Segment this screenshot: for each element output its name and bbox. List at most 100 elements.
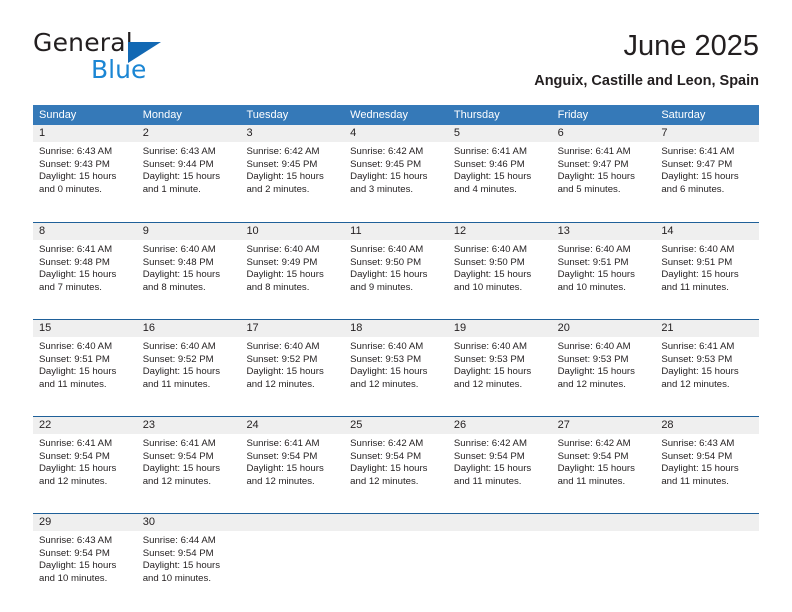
daylight-text-line1: Daylight: 15 hours [142, 463, 221, 475]
daylight-text-line1: Daylight: 15 hours [246, 366, 324, 378]
daylight-text-line1: Daylight: 15 hours [350, 269, 428, 281]
page-subtitle: Anguix, Castille and Leon, Spain [534, 73, 759, 89]
sunset-text: Sunset: 9:54 PM [142, 450, 214, 462]
daylight-text-line2: and 12 minutes. [39, 475, 108, 487]
day-details: Sunrise: 6:41 AM Sunset: 9:47 PM Dayligh… [552, 142, 656, 196]
day-cell[interactable]: 24 Sunrise: 6:41 AM Sunset: 9:54 PM Dayl… [240, 417, 345, 506]
day-cell[interactable]: 6 Sunrise: 6:41 AM Sunset: 9:47 PM Dayli… [551, 125, 656, 215]
sunrise-text: Sunrise: 6:41 AM [39, 244, 113, 255]
day-cell[interactable]: 9 Sunrise: 6:40 AM Sunset: 9:48 PM Dayli… [136, 223, 241, 312]
sunrise-text: Sunrise: 6:40 AM [453, 244, 527, 255]
sunrise-text: Sunrise: 6:41 AM [39, 438, 113, 449]
daylight-text-line1: Daylight: 15 hours [246, 269, 324, 281]
daylight-text-line2: and 12 minutes. [350, 475, 419, 487]
day-cell[interactable]: 16 Sunrise: 6:40 AM Sunset: 9:52 PM Dayl… [136, 320, 241, 409]
sunrise-text: Sunrise: 6:40 AM [661, 244, 735, 255]
logo-text-general: General [33, 28, 133, 57]
day-cell[interactable]: 10 Sunrise: 6:40 AM Sunset: 9:49 PM Dayl… [240, 223, 345, 312]
day-cell[interactable]: 19 Sunrise: 6:40 AM Sunset: 9:53 PM Dayl… [447, 320, 552, 409]
daylight-text-line2: and 7 minutes. [39, 281, 102, 293]
day-details: Sunrise: 6:42 AM Sunset: 9:45 PM Dayligh… [344, 142, 448, 196]
sunrise-text: Sunrise: 6:41 AM [661, 341, 735, 352]
daylight-text-line2: and 11 minutes. [39, 378, 107, 390]
day-cell[interactable]: 7 Sunrise: 6:41 AM Sunset: 9:47 PM Dayli… [655, 125, 760, 215]
day-cell[interactable]: 29 Sunrise: 6:43 AM Sunset: 9:54 PM Dayl… [33, 514, 137, 603]
day-number: 15 [33, 320, 137, 337]
daylight-text-line1: Daylight: 15 hours [557, 463, 635, 475]
day-cell[interactable]: 18 Sunrise: 6:40 AM Sunset: 9:53 PM Dayl… [344, 320, 448, 409]
sunrise-text: Sunrise: 6:40 AM [350, 341, 424, 352]
weekday-header-monday: Monday [142, 109, 182, 121]
sunset-text: Sunset: 9:50 PM [453, 256, 525, 268]
daylight-text-line1: Daylight: 15 hours [142, 269, 221, 281]
day-cell[interactable]: 25 Sunrise: 6:42 AM Sunset: 9:54 PM Dayl… [344, 417, 448, 506]
daylight-text-line2: and 2 minutes. [246, 183, 310, 195]
day-cell[interactable]: 30 Sunrise: 6:44 AM Sunset: 9:54 PM Dayl… [136, 514, 241, 603]
day-cell[interactable]: 4 Sunrise: 6:42 AM Sunset: 9:45 PM Dayli… [344, 125, 448, 215]
sunset-text: Sunset: 9:52 PM [142, 353, 214, 365]
day-cell[interactable]: 2 Sunrise: 6:43 AM Sunset: 9:44 PM Dayli… [136, 125, 241, 215]
daylight-text-line2: and 8 minutes. [246, 281, 310, 293]
day-cell[interactable]: 28 Sunrise: 6:43 AM Sunset: 9:54 PM Dayl… [655, 417, 760, 506]
day-number: 26 [447, 417, 552, 434]
daylight-text-line2: and 11 minutes. [142, 378, 211, 390]
day-cell[interactable]: 14 Sunrise: 6:40 AM Sunset: 9:51 PM Dayl… [655, 223, 760, 312]
day-cell[interactable]: 15 Sunrise: 6:40 AM Sunset: 9:51 PM Dayl… [33, 320, 137, 409]
daylight-text-line1: Daylight: 15 hours [453, 463, 532, 475]
day-cell[interactable]: 23 Sunrise: 6:41 AM Sunset: 9:54 PM Dayl… [136, 417, 241, 506]
day-details: Sunrise: 6:41 AM Sunset: 9:54 PM Dayligh… [137, 434, 241, 488]
day-cell[interactable]: 21 Sunrise: 6:41 AM Sunset: 9:53 PM Dayl… [655, 320, 760, 409]
daylight-text-line1: Daylight: 15 hours [661, 171, 739, 183]
day-cell[interactable]: 3 Sunrise: 6:42 AM Sunset: 9:45 PM Dayli… [240, 125, 345, 215]
daylight-text-line2: and 9 minutes. [350, 281, 414, 293]
daylight-text-line1: Daylight: 15 hours [39, 366, 117, 378]
day-cell[interactable]: 17 Sunrise: 6:40 AM Sunset: 9:52 PM Dayl… [240, 320, 345, 409]
daylight-text-line2: and 11 minutes. [661, 475, 729, 487]
day-cell[interactable]: 8 Sunrise: 6:41 AM Sunset: 9:48 PM Dayli… [33, 223, 137, 312]
day-number: 27 [551, 417, 656, 434]
generalblue-logo[interactable]: General Blue [33, 28, 253, 90]
day-details: Sunrise: 6:40 AM Sunset: 9:53 PM Dayligh… [448, 337, 552, 391]
daylight-text-line1: Daylight: 15 hours [142, 171, 221, 183]
sunrise-text: Sunrise: 6:41 AM [142, 438, 216, 449]
page-title: June 2025 [623, 30, 759, 62]
day-cell[interactable]: 22 Sunrise: 6:41 AM Sunset: 9:54 PM Dayl… [33, 417, 137, 506]
day-cell[interactable]: 12 Sunrise: 6:40 AM Sunset: 9:50 PM Dayl… [447, 223, 552, 312]
calendar-page: General Blue June 2025 Anguix, Castille … [0, 0, 792, 612]
sunset-text: Sunset: 9:46 PM [453, 158, 525, 170]
day-cell[interactable]: 26 Sunrise: 6:42 AM Sunset: 9:54 PM Dayl… [447, 417, 552, 506]
day-number [344, 514, 448, 531]
daylight-text-line1: Daylight: 15 hours [557, 171, 635, 183]
sunrise-text: Sunrise: 6:41 AM [246, 438, 320, 449]
daylight-text-line2: and 1 minute. [142, 183, 201, 195]
daylight-text-line2: and 11 minutes. [453, 475, 522, 487]
day-number: 20 [551, 320, 656, 337]
sunset-text: Sunset: 9:52 PM [246, 353, 318, 365]
sunrise-text: Sunrise: 6:42 AM [557, 438, 631, 449]
day-number: 17 [240, 320, 345, 337]
day-cell[interactable]: 11 Sunrise: 6:40 AM Sunset: 9:50 PM Dayl… [344, 223, 448, 312]
day-cell[interactable]: 20 Sunrise: 6:40 AM Sunset: 9:53 PM Dayl… [551, 320, 656, 409]
sunrise-text: Sunrise: 6:41 AM [661, 146, 735, 157]
sunset-text: Sunset: 9:54 PM [246, 450, 318, 462]
day-cell-empty [240, 514, 345, 603]
day-cell[interactable]: 1 Sunrise: 6:43 AM Sunset: 9:43 PM Dayli… [33, 125, 137, 215]
sunrise-text: Sunrise: 6:42 AM [350, 438, 424, 449]
day-details: Sunrise: 6:43 AM Sunset: 9:43 PM Dayligh… [33, 142, 137, 196]
sunrise-text: Sunrise: 6:40 AM [246, 341, 320, 352]
day-number: 21 [655, 320, 760, 337]
daylight-text-line1: Daylight: 15 hours [661, 366, 739, 378]
day-number [240, 514, 345, 531]
daylight-text-line1: Daylight: 15 hours [350, 366, 428, 378]
sunset-text: Sunset: 9:47 PM [557, 158, 629, 170]
day-cell[interactable]: 13 Sunrise: 6:40 AM Sunset: 9:51 PM Dayl… [551, 223, 656, 312]
weekday-header-friday: Friday [557, 109, 589, 121]
day-cell[interactable]: 27 Sunrise: 6:42 AM Sunset: 9:54 PM Dayl… [551, 417, 656, 506]
day-cell[interactable]: 5 Sunrise: 6:41 AM Sunset: 9:46 PM Dayli… [447, 125, 552, 215]
sunrise-text: Sunrise: 6:41 AM [557, 146, 631, 157]
sunrise-text: Sunrise: 6:40 AM [39, 341, 113, 352]
day-cell-empty [344, 514, 448, 603]
sunrise-text: Sunrise: 6:40 AM [142, 341, 216, 352]
daylight-text-line2: and 12 minutes. [453, 378, 523, 390]
sunrise-text: Sunrise: 6:43 AM [39, 535, 113, 546]
